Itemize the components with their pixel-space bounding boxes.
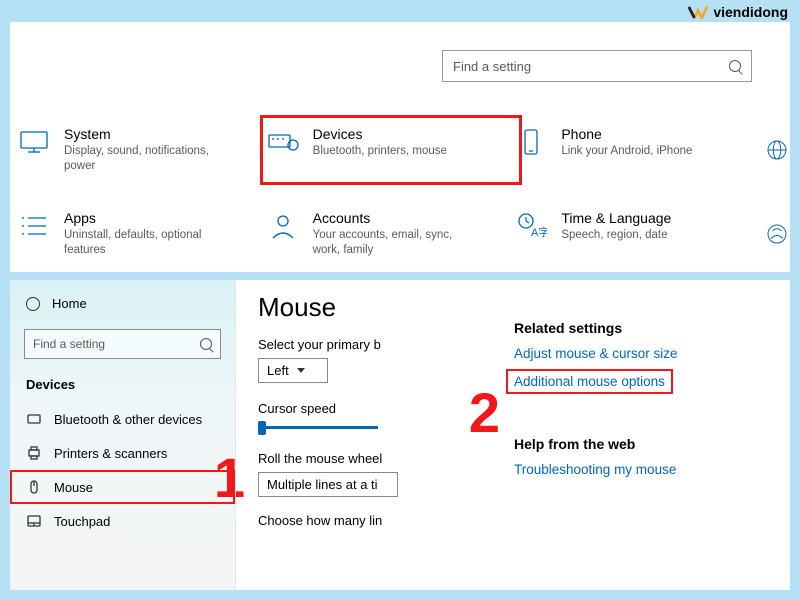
category-title: System	[64, 126, 214, 142]
help-heading: Help from the web	[514, 436, 766, 452]
network-icon[interactable]	[764, 122, 790, 178]
settings-categories: System Display, sound, notifications, po…	[18, 122, 790, 262]
sidebar-item-mouse[interactable]: Mouse	[10, 470, 235, 504]
sidebar-item-bluetooth[interactable]: Bluetooth & other devices	[10, 402, 235, 436]
category-subtitle: Speech, region, date	[561, 228, 671, 243]
phone-icon	[515, 126, 547, 158]
step-badge-2: 2	[469, 380, 500, 445]
bluetooth-icon	[26, 411, 42, 427]
category-title: Time & Language	[561, 210, 671, 226]
sidebar-search-placeholder: Find a setting	[33, 337, 105, 351]
category-apps[interactable]: Apps Uninstall, defaults, optional featu…	[18, 206, 267, 262]
category-accounts[interactable]: Accounts Your accounts, email, sync, wor…	[267, 206, 516, 262]
gaming-icon[interactable]	[764, 206, 790, 262]
search-icon	[200, 338, 212, 350]
category-subtitle: Link your Android, iPhone	[561, 144, 692, 159]
settings-sidebar: Home Find a setting Devices Bluetooth & …	[10, 280, 235, 590]
sidebar-search-input[interactable]: Find a setting	[24, 329, 221, 359]
sidebar-home[interactable]: Home	[10, 290, 235, 317]
cursor-speed-slider[interactable]	[258, 426, 378, 429]
sidebar-item-printers[interactable]: Printers & scanners	[10, 436, 235, 470]
primary-button-dropdown[interactable]: Left	[258, 358, 328, 383]
additional-mouse-options-link[interactable]: Additional mouse options	[508, 371, 671, 392]
watermark: viendidong	[687, 4, 788, 20]
sidebar-item-label: Touchpad	[54, 514, 110, 529]
keyboard-icon	[267, 126, 299, 158]
category-subtitle: Your accounts, email, sync, work, family	[313, 228, 463, 258]
category-system[interactable]: System Display, sound, notifications, po…	[18, 122, 267, 178]
watermark-text: viendidong	[713, 4, 788, 20]
sidebar-item-label: Bluetooth & other devices	[54, 412, 202, 427]
lines-label: Choose how many lin	[258, 513, 472, 528]
category-time-language[interactable]: A字 Time & Language Speech, region, date	[515, 206, 764, 262]
category-subtitle: Uninstall, defaults, optional features	[64, 228, 214, 258]
settings-search-container: Find a setting	[442, 50, 752, 82]
wheel-label: Roll the mouse wheel	[258, 451, 472, 466]
sidebar-home-label: Home	[52, 296, 87, 311]
cursor-speed-label: Cursor speed	[258, 401, 472, 416]
category-title: Phone	[561, 126, 692, 142]
settings-search-placeholder: Find a setting	[453, 59, 531, 74]
right-pane: Related settings Adjust mouse & cursor s…	[490, 280, 790, 590]
related-settings-heading: Related settings	[514, 320, 766, 336]
search-icon	[729, 60, 741, 72]
wheel-dropdown[interactable]: Multiple lines at a ti	[258, 472, 398, 497]
mouse-settings-panel: Home Find a setting Devices Bluetooth & …	[10, 280, 790, 590]
adjust-mouse-link[interactable]: Adjust mouse & cursor size	[514, 346, 766, 361]
sidebar-heading: Devices	[10, 373, 235, 402]
category-subtitle: Display, sound, notifications, power	[64, 144, 214, 174]
watermark-logo	[687, 4, 709, 20]
category-devices[interactable]: Devices Bluetooth, printers, mouse	[267, 122, 516, 178]
gear-icon	[26, 297, 40, 311]
page-title: Mouse	[258, 292, 472, 323]
mouse-content: Mouse Select your primary b Left Cursor …	[235, 280, 490, 590]
dropdown-value: Multiple lines at a ti	[267, 477, 378, 492]
apps-icon	[18, 210, 50, 242]
category-title: Apps	[64, 210, 214, 226]
sidebar-item-touchpad[interactable]: Touchpad	[10, 504, 235, 538]
category-subtitle: Bluetooth, printers, mouse	[313, 144, 447, 159]
settings-home-panel: Find a setting System Display, sound, no…	[10, 22, 790, 272]
category-phone[interactable]: Phone Link your Android, iPhone	[515, 122, 764, 178]
touchpad-icon	[26, 513, 42, 529]
settings-search-input[interactable]: Find a setting	[442, 50, 752, 82]
category-title: Devices	[313, 126, 447, 142]
person-icon	[267, 210, 299, 242]
chevron-down-icon	[297, 368, 305, 373]
mouse-icon	[26, 479, 42, 495]
printer-icon	[26, 445, 42, 461]
dropdown-value: Left	[267, 363, 289, 378]
primary-button-label: Select your primary b	[258, 337, 472, 352]
svg-text:A字: A字	[531, 225, 547, 239]
sidebar-item-label: Printers & scanners	[54, 446, 167, 461]
monitor-icon	[18, 126, 50, 158]
category-title: Accounts	[313, 210, 463, 226]
time-language-icon: A字	[515, 210, 547, 242]
sidebar-item-label: Mouse	[54, 480, 93, 495]
troubleshoot-link[interactable]: Troubleshooting my mouse	[514, 462, 766, 477]
